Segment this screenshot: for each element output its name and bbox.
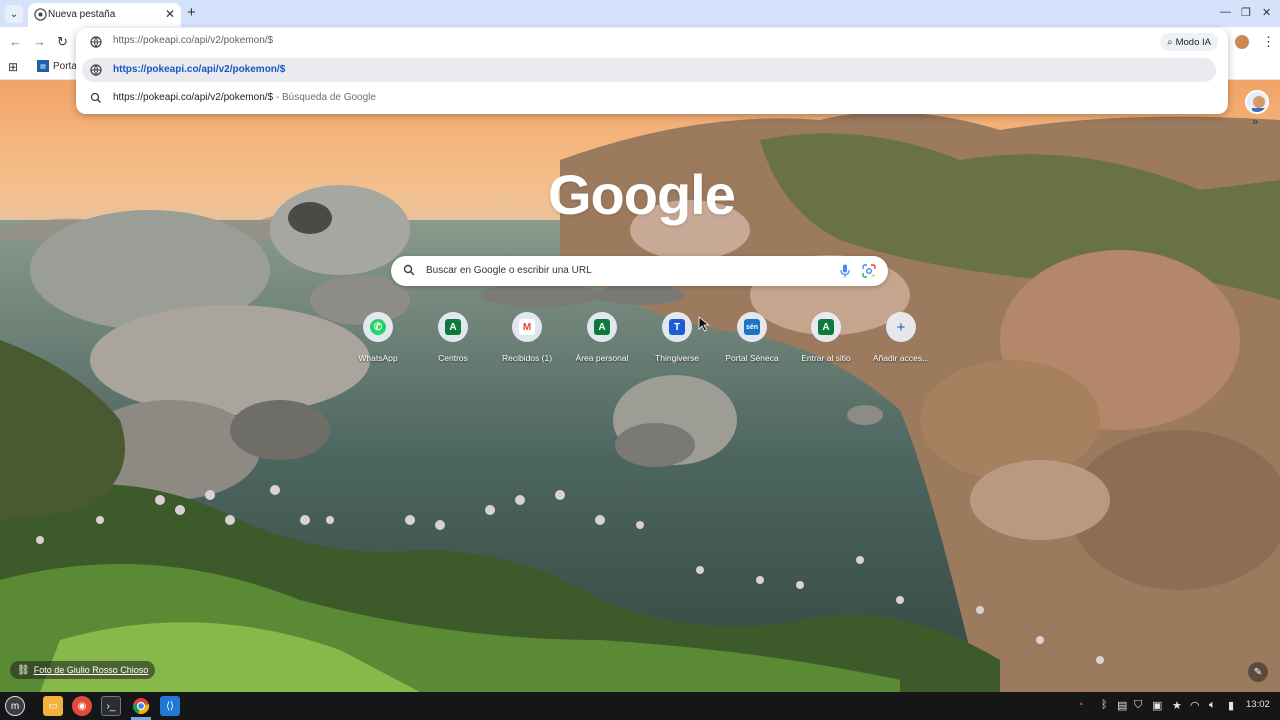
close-window-icon[interactable]: ✕ <box>1262 6 1271 19</box>
star-icon[interactable]: ★ <box>1172 699 1182 712</box>
omnibox-input-row: ⌕ Modo IA <box>76 28 1228 56</box>
suggestion-search-text: https://pokeapi.co/api/v2/pokemon/$ - Bú… <box>113 92 376 103</box>
suggestion-url[interactable]: https://pokeapi.co/api/v2/pokemon/$ <box>82 58 1216 82</box>
forward-button[interactable]: → <box>33 34 46 49</box>
search-placeholder: Buscar en Google o escribir una URL <box>426 265 592 276</box>
photo-credit-text: Foto de Giulio Rosso Chioso <box>33 665 149 675</box>
chrome-logo-icon <box>132 698 150 715</box>
seneca-icon: sén <box>744 319 760 335</box>
battery-icon[interactable]: ▮ <box>1228 699 1234 712</box>
bookmark-favicon-icon: ▤ <box>37 60 49 72</box>
start-menu-icon[interactable]: m <box>5 696 25 716</box>
shortcut-add[interactable]: + Añadir acces... <box>864 310 938 370</box>
wifi-icon[interactable]: ◠ <box>1190 699 1200 712</box>
tab-title: Nueva pestaña <box>48 9 116 20</box>
chrome-icon[interactable] <box>131 696 151 716</box>
tab-strip: ⌄ Nueva pestaña ✕ + — ❐ ✕ <box>0 0 1280 27</box>
vscode-icon[interactable]: ⟨⟩ <box>160 696 180 716</box>
customize-chrome-button[interactable]: ✎ <box>1248 662 1268 682</box>
shortcut-label: Área personal <box>575 353 629 363</box>
globe-icon <box>90 64 102 76</box>
restore-icon[interactable]: ❐ <box>1241 6 1251 19</box>
close-tab-icon[interactable]: ✕ <box>165 7 175 21</box>
ntp-profile-avatar[interactable] <box>1245 90 1269 114</box>
taskbar: m ▭ ◉ ›_ ⟨⟩ ◔ ᛒ ▤ ⛉ ▣ ★ ◠ 🔈︎ ▮ 13:02 <box>0 692 1280 720</box>
terminal-icon[interactable]: ›_ <box>101 696 121 716</box>
whatsapp-icon: ✆ <box>370 319 386 335</box>
suggestion-url-text: https://pokeapi.co/api/v2/pokemon/$ <box>113 64 286 75</box>
tab-new-tab[interactable]: Nueva pestaña ✕ <box>28 3 181 27</box>
omnibox-dropdown: ⌕ Modo IA https://pokeapi.co/api/v2/poke… <box>76 28 1228 114</box>
chrome-globe-icon <box>34 8 47 21</box>
minimize-icon[interactable]: — <box>1220 6 1231 18</box>
shortcut-label: Portal Séneca <box>725 353 779 363</box>
bookmark-item[interactable]: ▤ Porta <box>37 60 77 72</box>
shortcut-label: Añadir acces... <box>872 353 930 363</box>
shortcut-circle: + <box>886 312 916 342</box>
pencil-icon: ✎ <box>1253 666 1263 678</box>
thingiverse-icon: T <box>669 319 685 335</box>
search-icon <box>403 264 415 276</box>
tab-search-button[interactable]: ⌄ <box>5 5 23 23</box>
andalucia-icon: A <box>818 319 834 335</box>
shortcut-circle: sén <box>737 312 767 342</box>
suggestion-search-suffix: - Búsqueda de Google <box>273 92 376 103</box>
globe-icon <box>90 36 102 48</box>
new-tab-button[interactable]: + <box>187 4 196 21</box>
shortcut-circle: T <box>662 312 692 342</box>
suggestion-search[interactable]: https://pokeapi.co/api/v2/pokemon/$ - Bú… <box>76 86 1228 110</box>
mouse-cursor-icon <box>698 316 710 332</box>
shortcut-label: Thingiverse <box>655 353 699 363</box>
bookmarks-overflow-icon[interactable]: » <box>1252 116 1258 128</box>
back-button[interactable]: ← <box>9 34 22 49</box>
shortcut-label: Centros <box>438 353 468 363</box>
microphone-icon[interactable] <box>840 264 850 278</box>
update-icon[interactable]: ◔ <box>1077 699 1084 711</box>
andalucia-icon: A <box>594 319 610 335</box>
google-logo: Google <box>548 163 736 226</box>
shield-icon[interactable]: ⛉ <box>1134 699 1142 712</box>
photo-credit-link[interactable]: ⛓ Foto de Giulio Rosso Chioso <box>10 661 156 679</box>
shortcut-whatsapp[interactable]: ✆ WhatsApp <box>341 310 415 370</box>
bluetooth-icon[interactable]: ᛒ <box>1101 699 1108 711</box>
more-menu-icon[interactable]: ⋮ <box>1262 34 1275 50</box>
shortcut-entrar-al-sitio[interactable]: A Entrar al sitio <box>789 310 863 370</box>
suggestion-search-query: https://pokeapi.co/api/v2/pokemon/$ <box>113 92 274 103</box>
shortcut-circle: ✆ <box>363 312 393 342</box>
shortcut-circle: M <box>512 312 542 342</box>
printer-icon[interactable]: ▣ <box>1152 699 1162 712</box>
shortcut-label: WhatsApp <box>358 353 398 363</box>
google-lens-icon[interactable] <box>862 264 876 278</box>
shortcut-portal-seneca[interactable]: sén Portal Séneca <box>715 310 789 370</box>
volume-icon[interactable]: 🔈︎ <box>1209 699 1216 712</box>
gmail-icon: M <box>519 319 535 335</box>
shortcut-recibidos[interactable]: M Recibidos (1) <box>490 310 564 370</box>
address-bar-input[interactable] <box>113 35 713 46</box>
clock[interactable]: 13:02 <box>1246 699 1270 710</box>
shortcut-label: Entrar al sitio <box>801 353 851 363</box>
search-icon <box>90 92 101 103</box>
ntp-search-box[interactable]: Buscar en Google o escribir una URL <box>391 256 888 286</box>
shortcut-centros[interactable]: A Centros <box>416 310 490 370</box>
shortcut-circle: A <box>587 312 617 342</box>
reload-button[interactable]: ↻ <box>57 34 68 50</box>
chevron-down-icon: ⌄ <box>9 8 19 20</box>
shortcut-circle: A <box>811 312 841 342</box>
clipboard-icon[interactable]: ▤ <box>1117 699 1127 712</box>
ai-search-icon: ⌕ <box>1167 36 1173 48</box>
link-icon: ⛓ <box>17 664 30 676</box>
plus-icon: + <box>896 318 906 336</box>
profile-avatar[interactable] <box>1235 35 1249 49</box>
shortcut-label: Recibidos (1) <box>501 353 553 363</box>
shortcut-area-personal[interactable]: A Área personal <box>565 310 639 370</box>
andalucia-icon: A <box>445 319 461 335</box>
firefox-icon[interactable]: ◉ <box>72 696 92 716</box>
shortcut-circle: A <box>438 312 468 342</box>
file-manager-icon[interactable]: ▭ <box>43 696 63 716</box>
bookmark-label: Porta <box>53 60 77 72</box>
modo-ia-button[interactable]: ⌕ Modo IA <box>1160 33 1218 51</box>
modo-ia-label: Modo IA <box>1175 36 1211 48</box>
apps-grid-icon[interactable]: ⊞ <box>8 60 18 74</box>
